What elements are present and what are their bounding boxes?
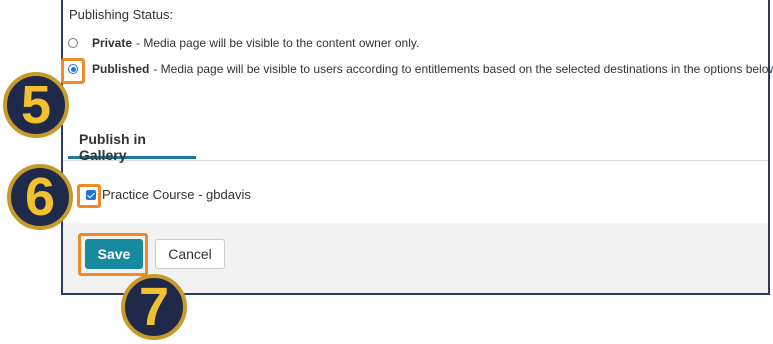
publish-tabs: Publish in Gallery xyxy=(63,122,768,163)
published-option[interactable]: Published - Media page will be visible t… xyxy=(68,62,773,76)
course-label: Practice Course - gbdavis xyxy=(102,187,251,202)
screenshot-stage: Publishing Status: Private - Media page … xyxy=(0,0,773,344)
course-checkbox-highlight xyxy=(77,184,101,208)
step-6-badge: 6 xyxy=(7,164,73,230)
course-checkbox-row[interactable]: Practice Course - gbdavis xyxy=(86,187,251,202)
tab-publish-in-gallery[interactable]: Publish in Gallery xyxy=(68,122,196,163)
published-radio-highlight xyxy=(61,58,85,84)
published-description: - Media page will be visible to users ac… xyxy=(153,62,773,76)
step-7-badge: 7 xyxy=(121,274,187,340)
private-title: Private xyxy=(92,36,133,50)
private-radio[interactable] xyxy=(68,38,78,48)
save-button-highlight xyxy=(78,233,148,276)
published-title: Published xyxy=(92,62,150,76)
publish-panel: Publishing Status: Private - Media page … xyxy=(61,0,773,295)
private-description: - Media page will be visible to the cont… xyxy=(136,36,420,50)
cancel-button[interactable]: Cancel xyxy=(155,239,225,269)
private-option[interactable]: Private - Media page will be visible to … xyxy=(68,36,419,50)
publishing-status-label: Publishing Status: xyxy=(69,7,174,22)
step-5-badge: 5 xyxy=(3,72,69,138)
